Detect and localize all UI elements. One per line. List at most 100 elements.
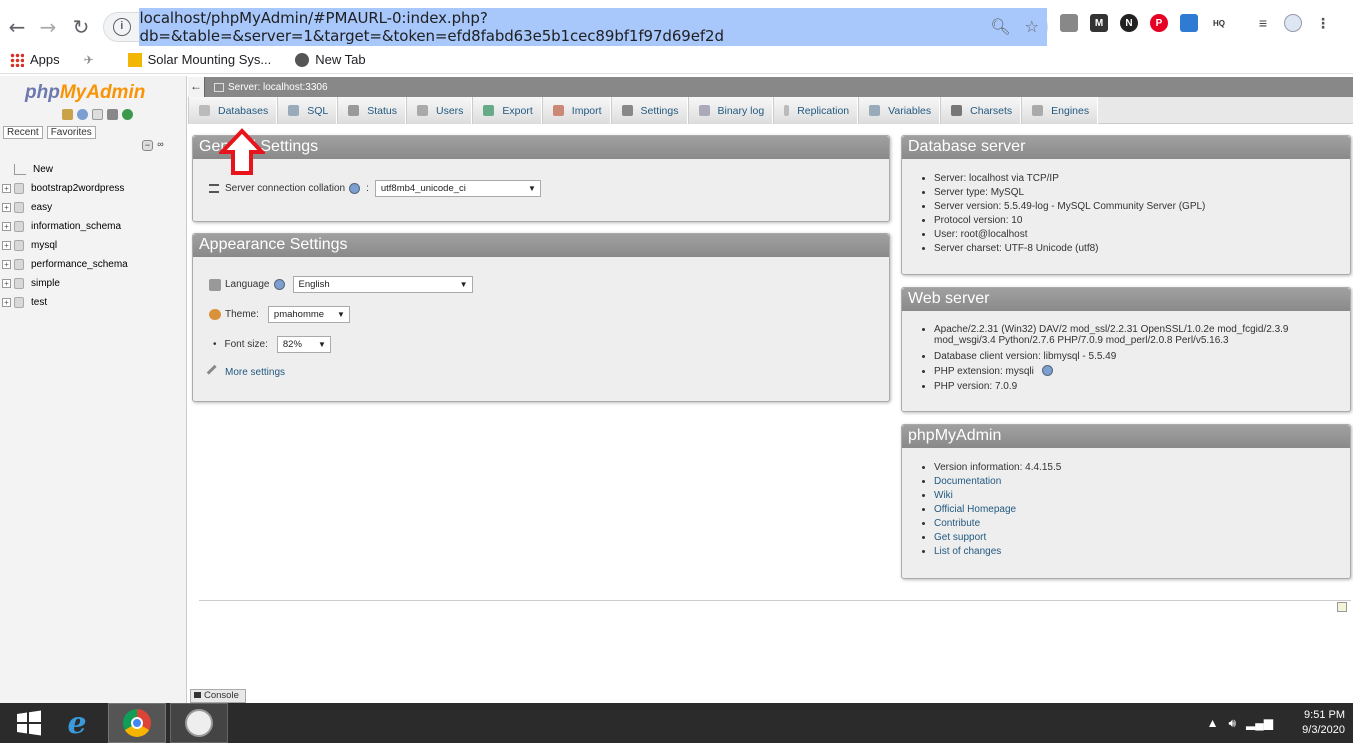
expand-icon[interactable]: +	[2, 222, 11, 231]
forward-icon[interactable]: →	[33, 12, 63, 42]
tree-item-db[interactable]: + test	[2, 293, 182, 312]
tree-item-db[interactable]: + mysql	[2, 236, 182, 255]
tab-replication[interactable]: Replication	[773, 97, 859, 124]
more-settings-link[interactable]: More settings	[225, 367, 285, 378]
tab-sql[interactable]: SQL	[277, 97, 338, 124]
tree-item-db[interactable]: + simple	[2, 274, 182, 293]
playlist-icon[interactable]: ≡	[1254, 14, 1272, 32]
extension-hq-icon[interactable]: HQ	[1210, 14, 1228, 32]
apps-grid-icon	[10, 52, 24, 67]
bookmarks-bar: Apps ✈ Solar Mounting Sys... New Tab	[0, 46, 1353, 74]
back-icon[interactable]: ←	[2, 12, 32, 42]
extension-icon[interactable]	[1060, 14, 1078, 32]
zoom-icon[interactable]: 🔍︎	[990, 17, 1010, 37]
tab-export[interactable]: Export	[472, 97, 542, 124]
font-size-select[interactable]: 82%	[276, 336, 331, 353]
panel-title: Database server	[902, 136, 1350, 159]
internet-explorer-icon[interactable]: e	[48, 703, 106, 743]
network-icon[interactable]: ▂▄▆	[1246, 716, 1273, 731]
db-server-list: Server: localhost via TCP/IP Server type…	[934, 172, 1205, 256]
clock[interactable]: 9:51 PM 9/3/2020	[1302, 708, 1345, 738]
star-icon[interactable]: ☆	[1025, 17, 1039, 37]
tab-databases[interactable]: Databases	[188, 97, 278, 124]
theme-select[interactable]: pmahomme	[267, 306, 350, 323]
database-icon	[14, 259, 24, 270]
home-icon[interactable]	[62, 109, 73, 120]
expand-icon[interactable]: +	[2, 298, 11, 307]
wiki-link[interactable]: Wiki	[934, 490, 953, 501]
reload-nav-icon[interactable]	[122, 109, 133, 120]
extension-blue-icon[interactable]	[1180, 14, 1198, 32]
web-server-list: Apache/2.2.31 (Win32) DAV/2 mod_ssl/2.2.…	[934, 324, 1288, 394]
language-select[interactable]: English	[292, 276, 473, 293]
changes-link[interactable]: List of changes	[934, 546, 1001, 557]
settings-icon[interactable]	[107, 109, 118, 120]
collapse-all-icon[interactable]: −	[142, 140, 153, 151]
link-icon[interactable]: ∞	[155, 140, 166, 151]
info-icon[interactable]: i	[113, 18, 131, 36]
new-db-icon	[14, 164, 26, 175]
bookmark-blank[interactable]: ✈	[84, 53, 104, 67]
expand-icon[interactable]: +	[2, 279, 11, 288]
extension-n-icon[interactable]: N	[1120, 14, 1138, 32]
help-icon[interactable]	[77, 109, 88, 120]
profile-avatar[interactable]	[1284, 14, 1302, 32]
export-icon	[483, 105, 495, 116]
tab-charsets[interactable]: Charsets	[940, 97, 1022, 124]
app-icon[interactable]	[170, 703, 228, 743]
expand-icon[interactable]: +	[2, 241, 11, 250]
help-icon[interactable]	[1041, 365, 1053, 376]
help-icon[interactable]	[349, 183, 361, 194]
database-icon	[14, 297, 24, 308]
tree-item-new[interactable]: New	[2, 160, 182, 179]
list-item: Contribute	[934, 517, 1061, 531]
address-bar[interactable]: i localhost/phpMyAdmin/#PMAURL-0:index.p…	[103, 8, 1048, 46]
support-link[interactable]: Get support	[934, 532, 986, 543]
contribute-link[interactable]: Contribute	[934, 518, 980, 529]
menu-icon[interactable]: ⋮	[1314, 14, 1332, 32]
tree-item-db[interactable]: + information_schema	[2, 217, 182, 236]
page-icon[interactable]	[1337, 602, 1347, 612]
collation-select[interactable]: utf8mb4_unicode_ci	[374, 180, 541, 197]
documentation-link[interactable]: Documentation	[934, 476, 1001, 487]
panel-title: General Settings	[193, 136, 889, 159]
tray-expand-icon[interactable]: ▲	[1207, 716, 1219, 731]
bookmark-new-tab[interactable]: New Tab	[295, 52, 366, 67]
bookmark-solar[interactable]: Solar Mounting Sys...	[127, 52, 271, 67]
server-label[interactable]: Server: localhost:3306	[228, 82, 328, 93]
volume-icon[interactable]: 🔊︎	[1228, 716, 1236, 731]
expand-icon[interactable]: +	[2, 184, 11, 193]
tab-users[interactable]: Users	[406, 97, 473, 124]
list-item: Database client version: libmysql - 5.5.…	[934, 350, 1288, 364]
top-menu: Databases SQL Status Users Export Import…	[188, 97, 1353, 124]
help-icon[interactable]	[273, 279, 285, 290]
tree-item-db[interactable]: + performance_schema	[2, 255, 182, 274]
reload-icon[interactable]: ↻	[66, 12, 96, 42]
pinterest-icon[interactable]: P	[1150, 14, 1168, 32]
extension-m-icon[interactable]: M	[1090, 14, 1108, 32]
recent-tab[interactable]: Recent	[3, 126, 43, 139]
chrome-icon[interactable]	[108, 703, 166, 743]
expand-icon[interactable]: +	[2, 260, 11, 269]
wrench-icon	[206, 364, 223, 381]
tab-status[interactable]: Status	[337, 97, 406, 124]
tab-settings[interactable]: Settings	[610, 97, 688, 124]
databases-icon	[199, 105, 210, 116]
console-tab[interactable]: Console	[190, 689, 246, 703]
bookmark-apps[interactable]: Apps	[10, 52, 60, 67]
tab-import[interactable]: Import	[541, 97, 611, 124]
list-item: Wiki	[934, 489, 1061, 503]
tab-engines[interactable]: Engines	[1021, 97, 1099, 124]
docs-icon[interactable]	[92, 109, 103, 120]
collapse-nav-icon[interactable]: ←	[188, 77, 205, 97]
tab-variables[interactable]: Variables	[858, 97, 941, 124]
homepage-link[interactable]: Official Homepage	[934, 504, 1016, 515]
phpmyadmin-logo[interactable]: phpMyAdmin	[25, 82, 145, 104]
tree-item-db[interactable]: + easy	[2, 198, 182, 217]
tree-item-db[interactable]: + bootstrap2wordpress	[2, 179, 182, 198]
favorites-tab[interactable]: Favorites	[46, 126, 96, 139]
tab-binary-log[interactable]: Binary log	[687, 97, 774, 124]
url-text[interactable]: localhost/phpMyAdmin/#PMAURL-0:index.php…	[138, 8, 1047, 46]
expand-icon[interactable]: +	[2, 203, 11, 212]
list-item: Documentation	[934, 475, 1061, 489]
